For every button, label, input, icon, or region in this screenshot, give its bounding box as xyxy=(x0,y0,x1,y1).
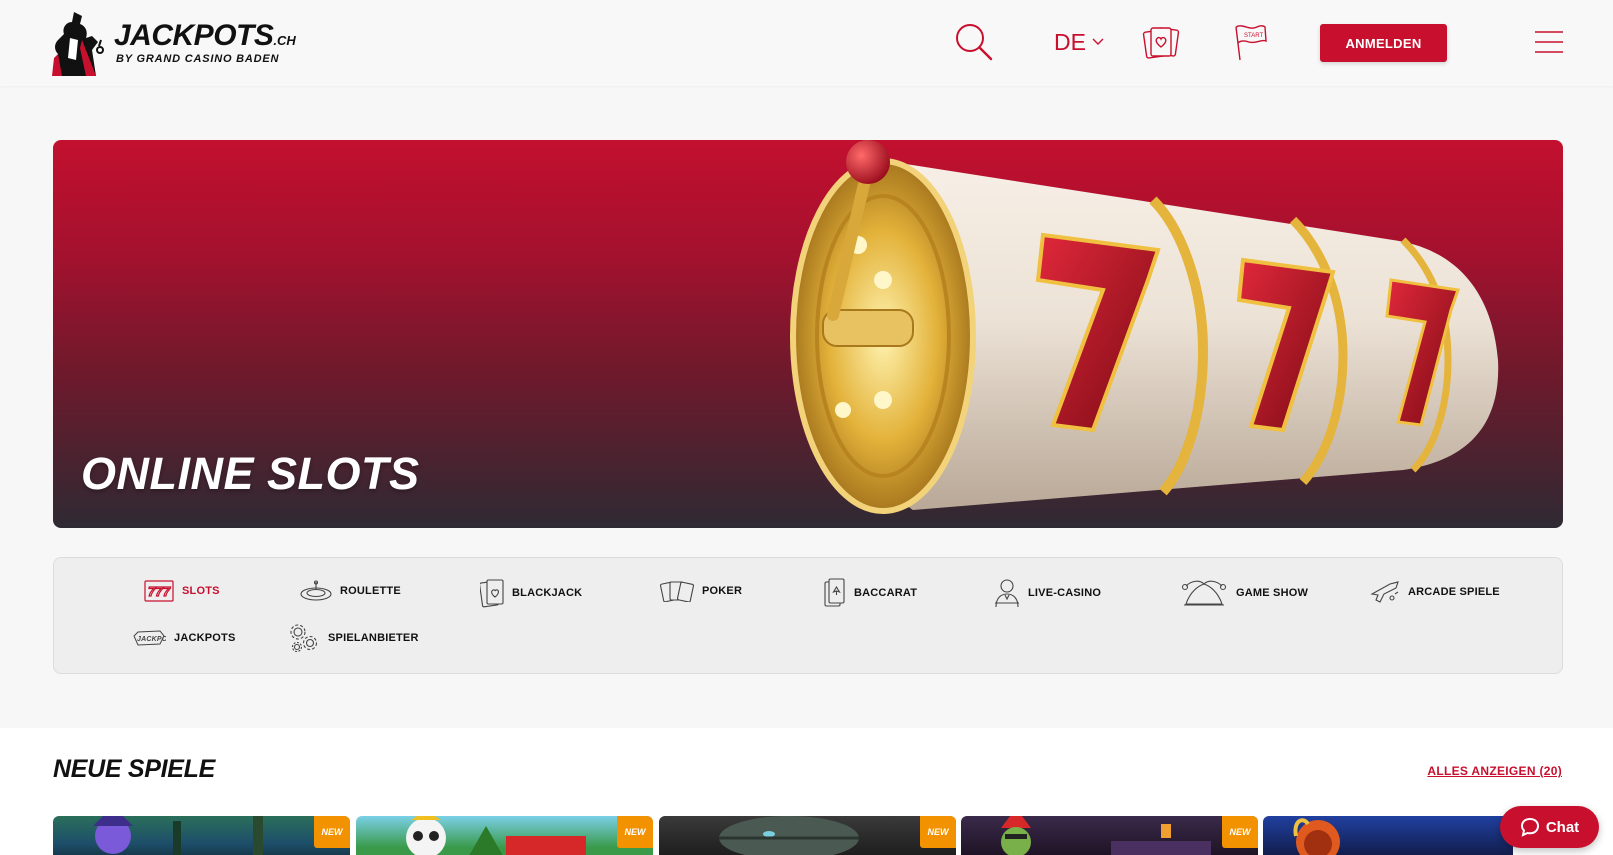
game-category-nav: 777 SLOTS ROULETTE BLACKJACK POKER BACCA… xyxy=(53,557,1563,674)
roulette-icon xyxy=(300,580,332,601)
category-roulette[interactable]: ROULETTE xyxy=(300,580,401,602)
blackjack-cards-icon xyxy=(480,579,504,608)
category-arcade-games[interactable]: ARCADE SPIELE xyxy=(1370,580,1500,604)
live-dealer-icon xyxy=(995,579,1019,608)
svg-text:JACKPOT: JACKPOT xyxy=(137,636,166,643)
game-tile[interactable]: NEW xyxy=(53,816,350,855)
chat-label: Chat xyxy=(1545,818,1580,836)
login-button[interactable]: ANMELDEN xyxy=(1320,24,1447,62)
arcade-gun-icon xyxy=(1370,581,1399,603)
dealer-silhouette-icon xyxy=(52,12,104,76)
category-game-show[interactable]: GAME SHOW xyxy=(1180,578,1308,608)
category-jackpots[interactable]: JACKPOT JACKPOTS xyxy=(132,628,236,648)
new-badge: NEW xyxy=(314,816,350,848)
hero-banner[interactable]: ONLINE SLOTS xyxy=(53,140,1563,528)
language-value: DE xyxy=(1054,28,1086,55)
game-thumbnail xyxy=(406,816,586,855)
jackpots-logo[interactable]: JACKPOTS.CH BY GRAND CASINO BADEN xyxy=(52,10,312,76)
category-live-casino[interactable]: LIVE-CASINO xyxy=(994,578,1101,608)
start-flag-icon[interactable]: START xyxy=(1229,22,1269,62)
search-icon[interactable] xyxy=(953,22,995,62)
category-slots[interactable]: 777 SLOTS xyxy=(144,580,220,602)
poker-cards-icon xyxy=(660,581,694,602)
chat-button[interactable]: Chat xyxy=(1500,806,1599,848)
logo-subtitle: BY GRAND CASINO BADEN xyxy=(116,53,280,65)
jester-hat-icon xyxy=(1181,580,1227,606)
game-thumbnail xyxy=(719,816,859,855)
game-tile[interactable]: NEW xyxy=(356,816,653,855)
new-badge: NEW xyxy=(1222,816,1258,848)
hamburger-menu-icon[interactable] xyxy=(1534,22,1564,62)
show-all-link[interactable]: ALLES ANZEIGEN (20) xyxy=(1427,764,1562,778)
new-games-section: NEUE SPIELE ALLES ANZEIGEN (20) NEW NEW … xyxy=(0,728,1613,855)
logo-tld: .CH xyxy=(273,33,296,48)
game-tile[interactable]: NEW xyxy=(961,816,1258,855)
new-badge: NEW xyxy=(617,816,653,848)
logo-wordmark: JACKPOTS xyxy=(114,19,274,52)
site-header: JACKPOTS.CH BY GRAND CASINO BADEN DE STA… xyxy=(0,0,1613,86)
game-tile[interactable] xyxy=(1263,816,1513,855)
category-blackjack[interactable]: BLACKJACK xyxy=(480,578,582,608)
svg-text:777: 777 xyxy=(148,584,171,599)
svg-text:START: START xyxy=(1244,33,1263,39)
new-games-title: NEUE SPIELE xyxy=(53,755,216,783)
jackpot-badge-icon: JACKPOT xyxy=(133,630,166,646)
category-poker[interactable]: POKER xyxy=(660,580,742,602)
category-baccarat[interactable]: BACCARAT xyxy=(824,578,917,608)
game-thumbnail xyxy=(93,816,263,855)
hero-title: ONLINE SLOTS xyxy=(81,448,420,499)
chevron-down-icon xyxy=(1092,38,1104,45)
game-thumbnail xyxy=(1001,816,1211,855)
game-thumbnail xyxy=(1293,818,1340,855)
chat-bubble-icon xyxy=(1520,817,1539,837)
favorites-cards-icon[interactable] xyxy=(1141,22,1181,62)
gears-icon xyxy=(290,624,318,653)
language-select[interactable]: DE xyxy=(1050,22,1108,62)
slot-777-icon: 777 xyxy=(144,580,174,602)
new-badge: NEW xyxy=(920,816,956,848)
baccarat-card-icon xyxy=(824,578,845,607)
game-tile[interactable]: NEW xyxy=(659,816,956,855)
category-game-providers[interactable]: SPIELANBIETER xyxy=(288,622,419,654)
